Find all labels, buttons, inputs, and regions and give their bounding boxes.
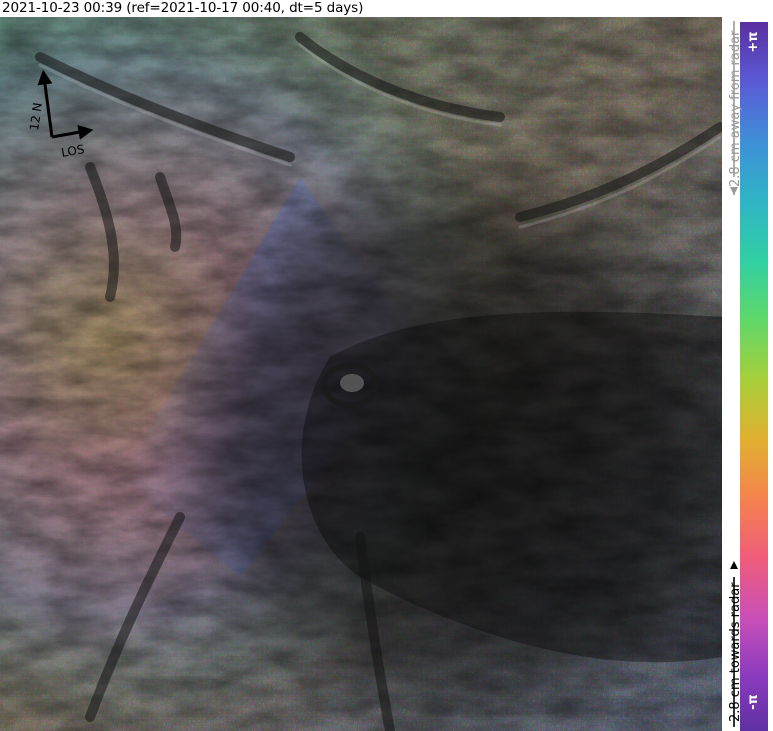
colorbar-gradient <box>740 22 768 731</box>
los-arrow-icon <box>51 124 94 140</box>
interferogram-figure: 2021-10-23 00:39 (ref=2021-10-17 00:40, … <box>0 0 773 731</box>
phase-colorbar: +π -π 2.8 cm away from radar 2.8 cm towa… <box>728 17 773 731</box>
colorbar-top-label: +π <box>746 31 761 53</box>
los-label: LOS <box>60 142 85 160</box>
compass-icon: 12 N LOS <box>27 69 94 160</box>
north-label: 12 N <box>27 102 45 132</box>
north-arrow-icon <box>37 69 54 138</box>
colorbar-bottom-label: -π <box>746 694 761 710</box>
interferogram-map: 12 N LOS <box>0 17 722 731</box>
away-from-radar-label: 2.8 cm away from radar <box>728 30 743 187</box>
towards-radar-label: 2.8 cm towards radar <box>728 582 743 722</box>
interferogram-map-image <box>0 17 722 731</box>
figure-title: 2021-10-23 00:39 (ref=2021-10-17 00:40, … <box>2 0 364 16</box>
